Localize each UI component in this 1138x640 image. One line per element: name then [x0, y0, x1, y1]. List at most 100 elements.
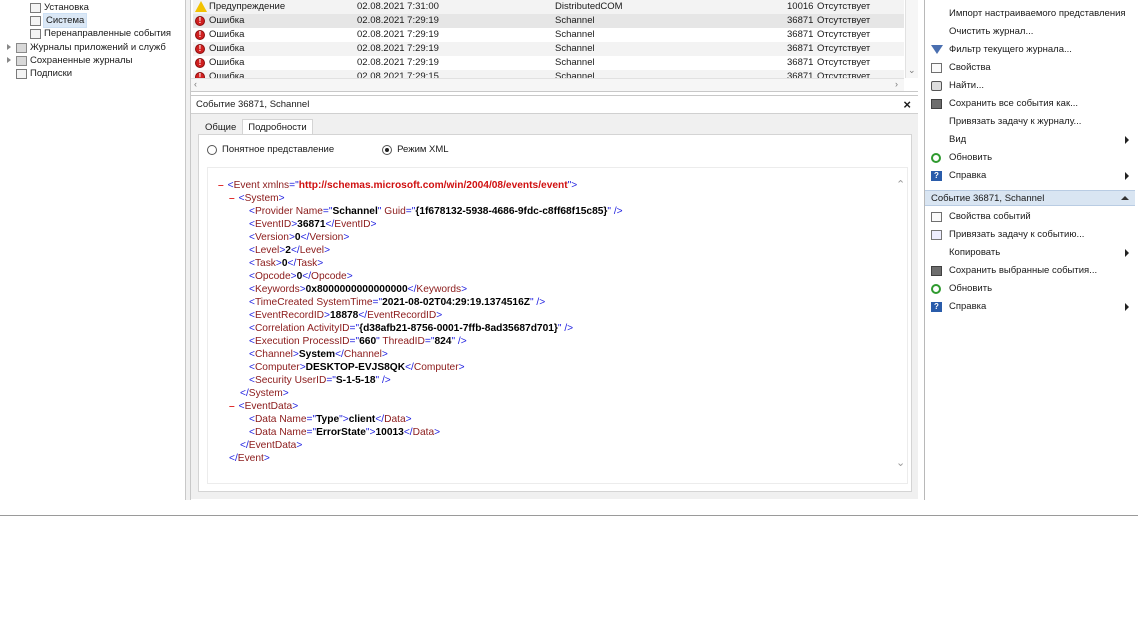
action-attach-task-to-log[interactable]: Привязать задачу к журналу...: [925, 113, 1135, 131]
xml-channel: <Channel>System</Channel>: [249, 349, 388, 360]
tree-item-setup[interactable]: Установка: [30, 1, 89, 14]
action-attach-task-to-event[interactable]: Привязать задачу к событию...: [925, 226, 1135, 244]
xml-execution: <Execution ProcessID="660" ThreadID="824…: [249, 336, 467, 347]
action-view[interactable]: Вид: [925, 131, 1135, 149]
tree-item-saved-logs[interactable]: Сохраненные журналы: [7, 54, 132, 67]
collapse-icon[interactable]: –: [229, 193, 235, 204]
properties-icon: [931, 63, 942, 73]
table-row[interactable]: Предупреждение 02.08.2021 7:31:00 Distri…: [193, 0, 904, 14]
tree-item-label: Установка: [44, 2, 89, 13]
level-cell: Ошибка: [209, 57, 245, 68]
events-horizontal-scrollbar[interactable]: ‹ ›: [191, 78, 904, 91]
xml-provider: <Provider Name="Schannel" Guid="{1f67813…: [249, 206, 623, 217]
chevron-left-icon[interactable]: ‹: [194, 80, 197, 89]
collapse-icon[interactable]: –: [218, 180, 224, 191]
navigation-tree: Установка Система Перенаправленные событ…: [0, 0, 186, 500]
date-cell: 02.08.2021 7:31:00: [357, 1, 439, 12]
table-row[interactable]: ! Ошибка 02.08.2021 7:29:19 Schannel 368…: [193, 42, 904, 56]
collapse-arrow-icon[interactable]: [1121, 196, 1129, 200]
tab-details[interactable]: Подробности: [242, 119, 313, 135]
radio-selected-icon: [382, 144, 393, 155]
event-details-pane: Событие 36871, Schannel × Общие Подробно…: [191, 95, 918, 499]
chevron-up-icon[interactable]: ⌃: [896, 178, 905, 191]
tree-item-label: Перенаправленные события: [44, 28, 172, 39]
tree-item-forwarded-events[interactable]: Перенаправленные события: [30, 27, 171, 40]
copy-icon: [931, 248, 942, 258]
action-import-custom-view[interactable]: Импорт настраиваемого представления: [925, 5, 1135, 23]
action-clear-log[interactable]: Очистить журнал...: [925, 23, 1135, 41]
table-row[interactable]: ! Ошибка 02.08.2021 7:29:19 Schannel 368…: [193, 56, 904, 70]
action-label: Найти...: [949, 80, 985, 91]
xml-event-open: – <Event xmlns="http://schemas.microsoft.…: [218, 180, 578, 191]
date-cell: 02.08.2021 7:29:19: [357, 43, 439, 54]
action-help-event[interactable]: ? Справка: [925, 298, 1135, 316]
tree-item-subscriptions[interactable]: Подписки: [16, 67, 72, 80]
log-icon: [30, 2, 41, 13]
help-icon: ?: [931, 171, 942, 181]
radio-label: Режим XML: [397, 144, 449, 155]
action-find[interactable]: Найти...: [925, 77, 1135, 95]
task-icon: [931, 230, 942, 240]
tree-item-label: Журналы приложений и служб: [30, 42, 166, 53]
friendly-view-radio[interactable]: Понятное представление: [207, 144, 334, 155]
action-label: Сохранить все события как...: [949, 98, 1079, 109]
properties-icon: [931, 212, 942, 222]
date-cell: 02.08.2021 7:29:19: [357, 15, 439, 26]
xml-view: – <Event xmlns="http://schemas.microsoft.…: [207, 167, 908, 484]
chevron-down-icon[interactable]: ⌄: [908, 66, 916, 75]
action-refresh[interactable]: Обновить: [925, 149, 1135, 167]
action-help[interactable]: ? Справка: [925, 167, 1135, 185]
xml-task: <Task>0</Task>: [249, 258, 324, 269]
level-cell: Ошибка: [209, 43, 245, 54]
xml-keywords: <Keywords>0x8000000000000000</Keywords>: [249, 284, 468, 295]
expand-arrow-icon[interactable]: [7, 57, 11, 63]
action-filter-log[interactable]: Фильтр текущего журнала...: [925, 41, 1135, 59]
log-icon: [30, 15, 41, 26]
action-event-properties[interactable]: Свойства событий: [925, 208, 1135, 226]
tree-item-app-logs[interactable]: Журналы приложений и служб: [7, 41, 166, 54]
xml-level: <Level>2</Level>: [249, 245, 331, 256]
action-label: Вид: [949, 134, 967, 145]
action-label: Очистить журнал...: [949, 26, 1034, 37]
radio-circle-icon: [207, 144, 217, 155]
tab-general[interactable]: Общие: [199, 119, 242, 135]
xml-computer: <Computer>DESKTOP-EVJS8QK</Computer>: [249, 362, 465, 373]
xml-opcode: <Opcode>0</Opcode>: [249, 271, 353, 282]
actions-section-event[interactable]: Событие 36871, Schannel: [925, 190, 1135, 206]
event-id-cell: 36871: [787, 57, 814, 68]
details-header: Событие 36871, Schannel ×: [191, 96, 918, 114]
view-icon: [931, 135, 942, 145]
log-icon: [30, 28, 41, 39]
source-cell: Schannel: [555, 29, 595, 40]
xml-version: <Version>0</Version>: [249, 232, 350, 243]
help-icon: ?: [931, 302, 942, 312]
action-save-all-events[interactable]: Сохранить все события как...: [925, 95, 1135, 113]
action-refresh-event[interactable]: Обновить: [925, 280, 1135, 298]
events-vertical-scrollbar[interactable]: ⌄: [905, 0, 918, 78]
error-icon: !: [195, 58, 205, 68]
table-row[interactable]: ! Ошибка 02.08.2021 7:29:19 Schannel 368…: [193, 14, 904, 28]
collapse-icon[interactable]: –: [229, 401, 235, 412]
source-cell: Schannel: [555, 43, 595, 54]
close-icon[interactable]: ×: [903, 97, 911, 112]
chevron-down-icon[interactable]: ⌄: [896, 456, 905, 469]
action-copy[interactable]: Копировать: [925, 244, 1135, 262]
tree-item-system[interactable]: Система: [30, 13, 88, 28]
action-label: Справка: [949, 301, 987, 312]
table-row[interactable]: ! Ошибка 02.08.2021 7:29:19 Schannel 368…: [193, 28, 904, 42]
warning-icon: [195, 1, 207, 12]
submenu-arrow-icon: [1125, 172, 1129, 180]
action-label: Сохранить выбранные события...: [949, 265, 1098, 276]
tab-body: Понятное представление Режим XML – <Event…: [198, 134, 912, 492]
action-properties[interactable]: Свойства: [925, 59, 1135, 77]
events-list: Предупреждение 02.08.2021 7:31:00 Distri…: [191, 0, 918, 92]
action-save-selected-events[interactable]: Сохранить выбранные события...: [925, 262, 1135, 280]
xml-eventdata-open: – <EventData>: [229, 401, 299, 412]
event-id-cell: 36871: [787, 29, 814, 40]
xml-view-radio[interactable]: Режим XML: [382, 144, 449, 155]
category-cell: Отсутствует: [817, 1, 871, 12]
chevron-right-icon[interactable]: ›: [895, 80, 898, 89]
category-cell: Отсутствует: [817, 43, 871, 54]
xml-eventdata-close: </EventData>: [240, 440, 303, 451]
expand-arrow-icon[interactable]: [7, 44, 11, 50]
